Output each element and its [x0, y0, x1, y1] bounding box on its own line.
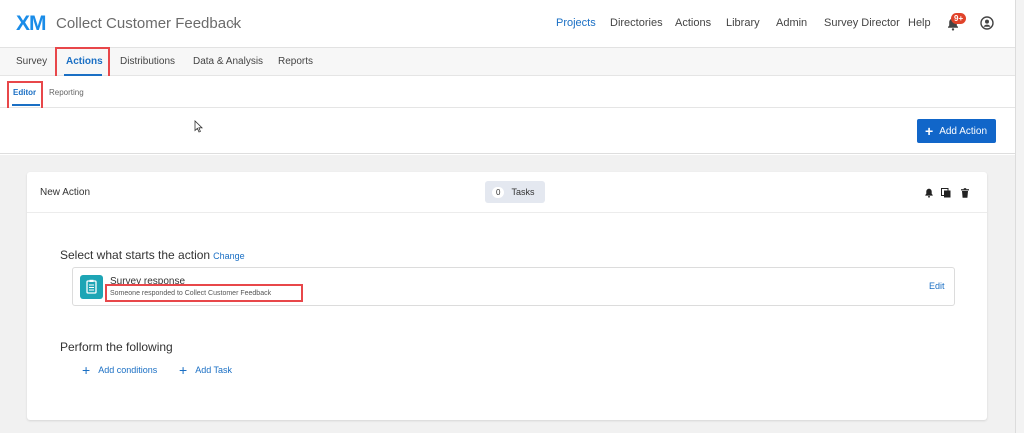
nav-actions[interactable]: Actions	[675, 17, 711, 29]
add-action-button[interactable]: + Add Action	[917, 119, 996, 143]
survey-response-icon	[80, 275, 103, 299]
nav-help[interactable]: Help	[908, 17, 931, 29]
copy-icon[interactable]	[941, 188, 951, 198]
project-tabs: Survey Actions Distributions Data & Anal…	[0, 48, 1015, 76]
top-bar: XM Collect Customer Feedback ⌄ Projects …	[0, 0, 1024, 48]
highlight-trigger-description	[105, 284, 303, 302]
add-conditions-label: Add conditions	[98, 365, 158, 375]
nav-library[interactable]: Library	[726, 17, 760, 29]
plus-icon: +	[925, 123, 934, 139]
nav-projects[interactable]: Projects	[556, 17, 596, 29]
start-section-label: Select what starts the action	[60, 248, 211, 262]
add-conditions-link[interactable]: + Add conditions	[82, 362, 158, 378]
notification-badge: 9+	[951, 13, 967, 24]
perform-section-title: Perform the following	[60, 340, 173, 354]
plus-icon: +	[179, 362, 188, 378]
xm-logo[interactable]: XM	[16, 12, 46, 36]
action-title[interactable]: New Action	[40, 187, 90, 198]
add-action-label: Add Action	[939, 125, 987, 137]
nav-admin[interactable]: Admin	[776, 17, 807, 29]
project-title[interactable]: Collect Customer Feedback	[56, 15, 241, 32]
tasks-pill[interactable]: 0 Tasks	[485, 181, 545, 203]
edit-trigger-link[interactable]: Edit	[929, 281, 945, 291]
chevron-down-icon[interactable]: ⌄	[229, 15, 238, 28]
subtab-reporting[interactable]: Reporting	[49, 88, 84, 97]
change-trigger-link[interactable]: Change	[213, 251, 245, 261]
trash-icon[interactable]	[960, 188, 970, 198]
tab-survey[interactable]: Survey	[16, 56, 47, 67]
cursor-icon	[194, 120, 203, 133]
user-icon[interactable]	[980, 16, 994, 30]
nav-directories[interactable]: Directories	[610, 17, 663, 29]
tab-distributions[interactable]: Distributions	[120, 56, 175, 67]
scrollbar[interactable]	[1015, 0, 1024, 433]
tasks-label: Tasks	[511, 187, 535, 197]
notification-bell-icon[interactable]	[924, 188, 934, 198]
plus-icon: +	[82, 362, 91, 378]
start-section-title: Select what starts the action Change	[60, 248, 245, 262]
tab-reports[interactable]: Reports	[278, 56, 313, 67]
action-card: New Action 0 Tasks Select what starts th…	[27, 172, 987, 420]
action-card-header: New Action 0 Tasks	[27, 172, 987, 213]
actions-toolbar	[0, 108, 1015, 154]
tasks-count: 0	[492, 186, 505, 198]
add-task-link[interactable]: + Add Task	[179, 362, 233, 378]
tab-data-analysis[interactable]: Data & Analysis	[193, 56, 263, 67]
action-subtabs: Editor Reporting	[0, 76, 1015, 108]
add-task-label: Add Task	[195, 365, 233, 375]
nav-survey-director[interactable]: Survey Director	[824, 17, 900, 29]
